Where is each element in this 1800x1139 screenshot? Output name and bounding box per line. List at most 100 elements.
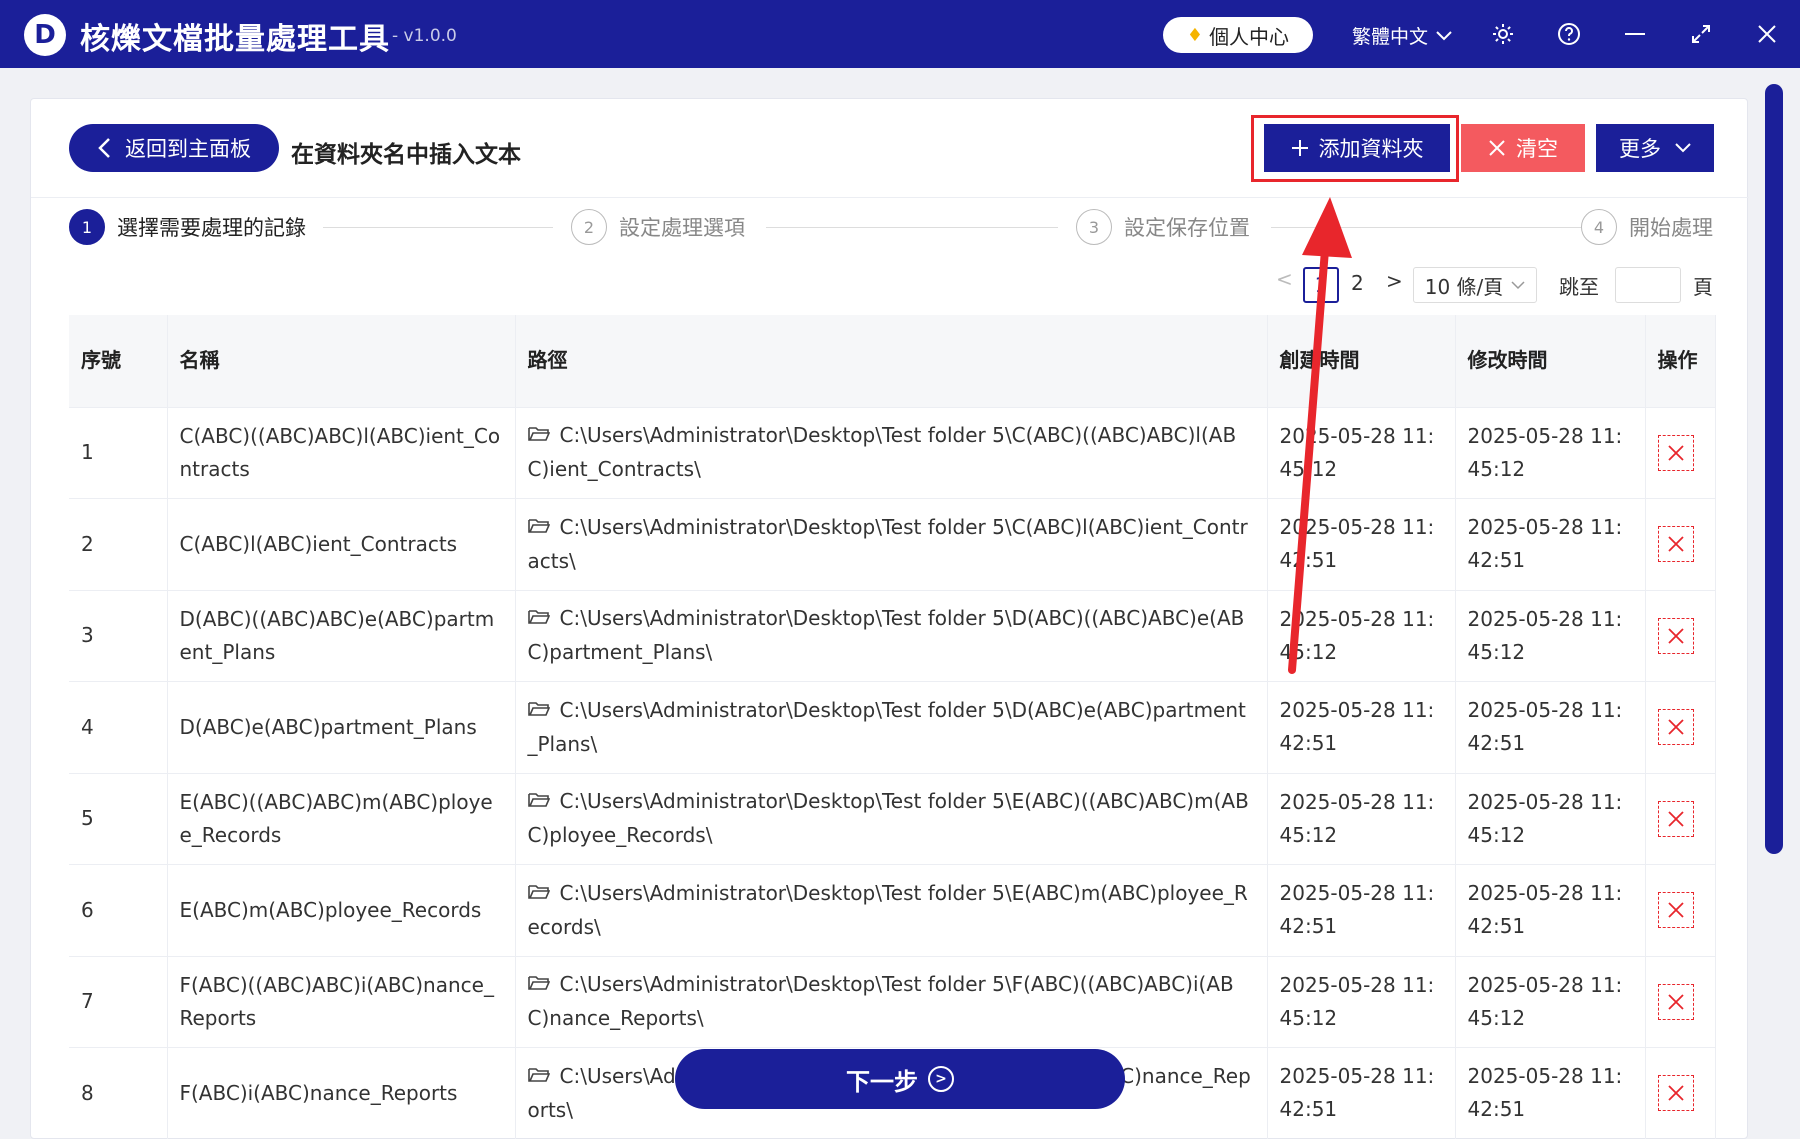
scrollbar-thumb[interactable] [1765, 84, 1783, 854]
add-folder-button[interactable]: 添加資料夾 [1264, 124, 1450, 172]
row-path: C:\Users\Administrator\Desktop\Test fold… [515, 407, 1268, 499]
close-icon [1667, 536, 1684, 552]
step-label: 設定保存位置 [1124, 216, 1250, 240]
folder-open-icon [527, 695, 550, 728]
content-card: 返回到主面板 在資料夾名中插入文本 添加資料夾 清空 更多 1 選擇需要處理的記… [30, 98, 1749, 1139]
delete-row-button[interactable] [1657, 892, 1694, 929]
folder-open-icon [527, 603, 550, 636]
row-name: C(ABC)((ABC)ABC)l(ABC)ient_Contracts [167, 407, 516, 499]
row-modified: 2025-05-28 11:42:51 [1455, 1047, 1646, 1139]
user-center-button[interactable]: ♦ 個人中心 [1163, 17, 1313, 53]
delete-row-button[interactable] [1657, 1075, 1694, 1112]
page-size-select[interactable]: 10 條/頁 [1413, 267, 1537, 303]
delete-row-button[interactable] [1657, 709, 1694, 746]
main-panel: 返回到主面板 在資料夾名中插入文本 添加資料夾 清空 更多 1 選擇需要處理的記… [0, 68, 1800, 1139]
row-index: 3 [69, 590, 168, 682]
close-icon [1667, 902, 1684, 918]
row-index: 8 [69, 1047, 168, 1139]
row-action [1645, 864, 1716, 957]
col-name: 名稱 [167, 315, 516, 408]
clear-button[interactable]: 清空 [1461, 124, 1585, 172]
row-path: C:\Users\Administrator\Desktop\Test fold… [515, 864, 1268, 957]
row-modified: 2025-05-28 11:42:51 [1455, 864, 1646, 957]
page-1-button[interactable]: 1 [1303, 267, 1339, 303]
page-title: 在資料夾名中插入文本 [291, 142, 521, 168]
row-name: E(ABC)((ABC)ABC)m(ABC)ployee_Records [167, 773, 516, 865]
col-action: 操作 [1645, 315, 1716, 408]
row-created: 2025-05-28 11:45:12 [1267, 956, 1456, 1048]
close-icon [1667, 1085, 1684, 1101]
row-index: 2 [69, 498, 168, 591]
title-bar: D 核爍文檔批量處理工具 - v1.0.0 ♦ 個人中心 繁體中文 [0, 0, 1800, 68]
row-path: C:\Users\Administrator\Desktop\Test fold… [515, 956, 1268, 1048]
row-path-text: C:\Users\Administrator\Desktop\Test fold… [527, 514, 1248, 573]
delete-row-button[interactable] [1657, 800, 1694, 837]
clear-label: 清空 [1516, 137, 1558, 161]
row-index: 7 [69, 956, 168, 1048]
minimize-icon[interactable] [1619, 18, 1651, 50]
col-created: 創建時間 [1267, 315, 1456, 408]
user-center-label: 個人中心 [1209, 24, 1290, 49]
step-connector [323, 227, 553, 228]
row-path-text: C:\Users\Administrator\Desktop\Test fold… [527, 972, 1234, 1031]
plus-icon [1291, 140, 1308, 156]
close-icon [1667, 628, 1684, 644]
app-title: 核爍文檔批量處理工具 [80, 22, 390, 57]
next-step-button[interactable]: 下一步 > [675, 1049, 1125, 1109]
row-path-text: C:\Users\Administrator\Desktop\Test fold… [527, 697, 1246, 756]
folder-open-icon [527, 420, 550, 453]
step-3: 3 設定保存位置 [1076, 209, 1250, 245]
page-size-label: 10 條/頁 [1424, 274, 1504, 299]
table-header-row: 序號 名稱 路徑 創建時間 修改時間 操作 [69, 315, 1716, 408]
more-button[interactable]: 更多 [1596, 124, 1714, 172]
step-connector [1271, 227, 1581, 228]
col-path: 路徑 [515, 315, 1268, 408]
row-action [1645, 498, 1716, 591]
row-index: 6 [69, 864, 168, 957]
row-modified: 2025-05-28 11:45:12 [1455, 956, 1646, 1048]
row-index: 5 [69, 773, 168, 865]
jump-page-input[interactable] [1615, 267, 1681, 303]
row-modified: 2025-05-28 11:45:12 [1455, 773, 1646, 865]
close-icon [1667, 811, 1684, 827]
delete-row-button[interactable] [1657, 617, 1694, 654]
row-created: 2025-05-28 11:45:12 [1267, 407, 1456, 499]
row-created: 2025-05-28 11:45:12 [1267, 773, 1456, 865]
language-select[interactable]: 繁體中文 [1352, 22, 1452, 49]
row-path: C:\Users\Administrator\Desktop\Test fold… [515, 681, 1268, 774]
step-label: 選擇需要處理的記錄 [117, 216, 306, 240]
step-connector [766, 227, 1058, 228]
row-modified: 2025-05-28 11:45:12 [1455, 407, 1646, 499]
gear-icon[interactable] [1487, 18, 1519, 50]
header-divider [31, 197, 1749, 198]
delete-row-button[interactable] [1657, 983, 1694, 1020]
row-name: E(ABC)m(ABC)ployee_Records [167, 864, 516, 957]
close-icon [1667, 445, 1684, 461]
chevron-down-icon [1511, 280, 1525, 289]
chevron-down-icon [1436, 30, 1452, 40]
step-number: 4 [1581, 209, 1617, 245]
close-icon [1667, 994, 1684, 1010]
more-label: 更多 [1619, 137, 1661, 161]
step-number: 1 [69, 209, 105, 245]
maximize-icon[interactable] [1685, 18, 1717, 50]
delete-row-button[interactable] [1657, 434, 1694, 471]
page-2-button[interactable]: 2 [1351, 271, 1364, 295]
prev-page-icon[interactable]: < [1276, 267, 1293, 291]
row-path-text: C:\Users\Administrator\Desktop\Test fold… [527, 423, 1237, 482]
row-action [1645, 407, 1716, 499]
table-row: 7 F(ABC)((ABC)ABC)i(ABC)nance_Reports C:\U… [69, 956, 1716, 1048]
help-icon[interactable] [1553, 18, 1585, 50]
folder-open-icon [527, 1061, 550, 1094]
close-window-icon[interactable] [1751, 18, 1783, 50]
row-path-text: C:\Users\Administrator\Desktop\Test fold… [527, 606, 1245, 665]
delete-row-button[interactable] [1657, 526, 1694, 563]
chevron-right-icon: > [928, 1066, 954, 1092]
app-version: - v1.0.0 [392, 26, 457, 46]
next-page-icon[interactable]: > [1386, 269, 1403, 293]
back-to-main-button[interactable]: 返回到主面板 [69, 124, 279, 172]
row-created: 2025-05-28 11:42:51 [1267, 864, 1456, 957]
row-action [1645, 590, 1716, 682]
row-name: F(ABC)i(ABC)nance_Reports [167, 1047, 516, 1139]
table-row: 6 E(ABC)m(ABC)ployee_Records C:\Users\Admi… [69, 864, 1716, 957]
